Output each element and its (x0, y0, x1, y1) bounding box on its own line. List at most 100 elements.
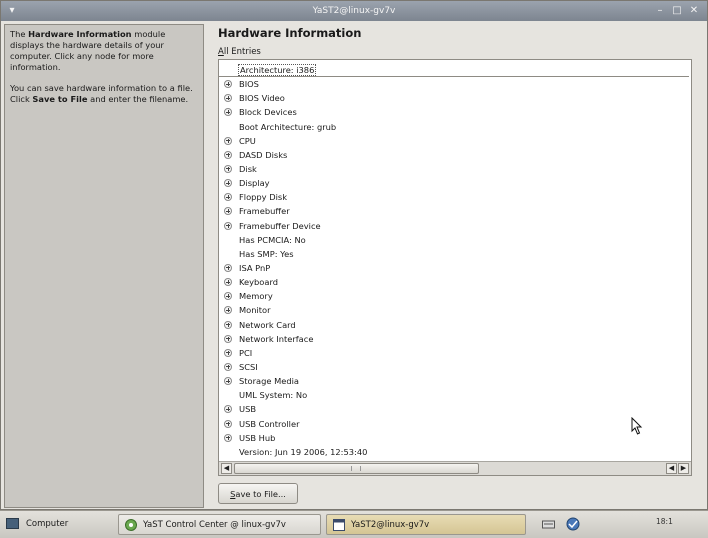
computer-icon (6, 518, 19, 529)
tree-item-label: Boot Architecture: grub (239, 121, 337, 132)
tree-item[interactable]: USB (219, 402, 691, 416)
horizontal-scrollbar[interactable]: ◀ ◀ ▶ (219, 461, 691, 475)
tree-item[interactable]: Floppy Disk (219, 190, 691, 204)
tree-rows: Architecture: i386 BIOS BIOS Video Block De… (219, 63, 691, 459)
tree-item-label: Memory (239, 291, 273, 302)
expand-plus-icon[interactable] (224, 334, 232, 343)
tree-item[interactable]: PCI (219, 346, 691, 360)
page-title: Hardware Information (218, 26, 362, 40)
expand-plus-icon[interactable] (224, 150, 232, 159)
scroll-right-icon[interactable]: ▶ (678, 463, 689, 474)
tree-item[interactable]: UML System: No (219, 388, 691, 402)
expand-plus-icon[interactable] (224, 278, 232, 287)
expand-plus-icon[interactable] (224, 179, 232, 188)
expand-plus-icon[interactable] (224, 108, 232, 117)
keyboard-icon[interactable] (542, 519, 555, 529)
tree-item[interactable]: BIOS (219, 77, 691, 91)
yast-icon (125, 519, 137, 531)
expand-plus-icon[interactable] (224, 207, 232, 216)
tree-item[interactable]: Keyboard (219, 275, 691, 289)
taskbar-item-yast2[interactable]: YaST2@linux-gv7v (326, 514, 526, 535)
tree-item[interactable]: Framebuffer (219, 204, 691, 218)
help-text-bold: Hardware Information (28, 29, 132, 39)
network-status-icon[interactable] (566, 517, 580, 531)
expand-plus-icon[interactable] (224, 306, 232, 315)
label-text: ll Entries (223, 47, 261, 57)
expand-plus-icon[interactable] (224, 377, 232, 386)
tree-item[interactable]: Memory (219, 289, 691, 303)
expand-plus-icon[interactable] (224, 320, 232, 329)
expand-plus-icon[interactable] (224, 433, 232, 442)
tree-item-label: Has PCMCIA: No (239, 234, 306, 245)
expand-plus-icon[interactable] (224, 136, 232, 145)
yast-window: ▾ YaST2@linux-gv7v – □ ✕ The Hardware In… (0, 0, 708, 510)
tree-item-label: USB (239, 404, 257, 415)
scroll-left-icon[interactable]: ◀ (221, 463, 232, 474)
tree-item-label: UML System: No (239, 390, 308, 401)
tree-item-label: Block Devices (239, 107, 297, 118)
hardware-tree[interactable]: Architecture: i386 BIOS BIOS Video Block De… (218, 59, 692, 476)
tree-item[interactable]: Network Card (219, 318, 691, 332)
tree-item-label: USB Controller (239, 418, 300, 429)
tree-item[interactable]: SCSI (219, 360, 691, 374)
expand-plus-icon[interactable] (224, 348, 232, 357)
expand-plus-icon[interactable] (224, 263, 232, 272)
tree-item[interactable]: USB Controller (219, 417, 691, 431)
tree-item[interactable]: Framebuffer Device (219, 219, 691, 233)
expand-plus-icon[interactable] (224, 362, 232, 371)
tree-item[interactable]: Disk (219, 162, 691, 176)
tree-item[interactable]: Boot Architecture: grub (219, 120, 691, 134)
tree-item-label: Framebuffer (239, 206, 290, 217)
task-label: YaST2@linux-gv7v (351, 520, 430, 530)
maximize-icon[interactable]: □ (670, 4, 684, 18)
help-text: The (10, 29, 29, 39)
tree-item[interactable]: Version: Jun 19 2006, 12:53:40 (219, 445, 691, 459)
expand-plus-icon[interactable] (224, 292, 232, 301)
title-bar[interactable]: ▾ YaST2@linux-gv7v – □ ✕ (1, 1, 707, 21)
tree-item-label: Monitor (239, 305, 271, 316)
scroll-left-icon[interactable]: ◀ (666, 463, 677, 474)
tree-item[interactable]: Has PCMCIA: No (219, 233, 691, 247)
clock[interactable]: 18:1 (656, 517, 673, 526)
expand-plus-icon[interactable] (224, 80, 232, 89)
tree-item[interactable]: Monitor (219, 303, 691, 317)
tree-item[interactable]: Block Devices (219, 105, 691, 119)
tree-item[interactable]: BIOS Video (219, 91, 691, 105)
minimize-icon[interactable]: – (653, 4, 667, 18)
mouse-pointer-icon (631, 417, 643, 435)
tree-item[interactable]: ISA PnP (219, 261, 691, 275)
taskbar-item-yast-control-center[interactable]: YaST Control Center @ linux-gv7v (118, 514, 321, 535)
help-paragraph-1: The Hardware Information module displays… (10, 29, 198, 73)
tree-item[interactable]: Architecture: i386 (219, 63, 689, 78)
help-text: and enter the filename. (87, 94, 189, 104)
expand-plus-icon[interactable] (224, 193, 232, 202)
computer-label: Computer (26, 519, 69, 529)
tree-item-label: CPU (239, 135, 256, 146)
save-to-file-button[interactable]: Save to File... (218, 483, 298, 504)
tree-item-label: Network Card (239, 319, 296, 330)
tree-item[interactable]: CPU (219, 134, 691, 148)
tree-item[interactable]: USB Hub (219, 431, 691, 445)
expand-plus-icon[interactable] (224, 221, 232, 230)
tree-item-label: DASD Disks (239, 149, 288, 160)
expand-plus-icon[interactable] (224, 164, 232, 173)
close-icon[interactable]: ✕ (687, 4, 701, 18)
tree-item[interactable]: Display (219, 176, 691, 190)
tree-item[interactable]: Storage Media (219, 374, 691, 388)
tree-item-label: Architecture: i386 (237, 64, 317, 76)
tree-item[interactable]: Has SMP: Yes (219, 247, 691, 261)
expand-plus-icon[interactable] (224, 94, 232, 103)
computer-menu-button[interactable]: Computer (4, 514, 112, 535)
tree-item-label: Has SMP: Yes (239, 248, 294, 259)
tree-item[interactable]: DASD Disks (219, 148, 691, 162)
window-title: YaST2@linux-gv7v (312, 6, 396, 16)
tree-item[interactable]: Network Interface (219, 332, 691, 346)
scrollbar-thumb[interactable] (234, 463, 479, 474)
tree-item-label: SCSI (239, 361, 258, 372)
expand-plus-icon[interactable] (224, 405, 232, 414)
help-panel: The Hardware Information module displays… (4, 24, 204, 508)
expand-plus-icon[interactable] (224, 419, 232, 428)
window-menu-icon[interactable]: ▾ (5, 4, 19, 18)
all-entries-label: All Entries (218, 47, 261, 57)
tree-item-label: Framebuffer Device (239, 220, 321, 231)
